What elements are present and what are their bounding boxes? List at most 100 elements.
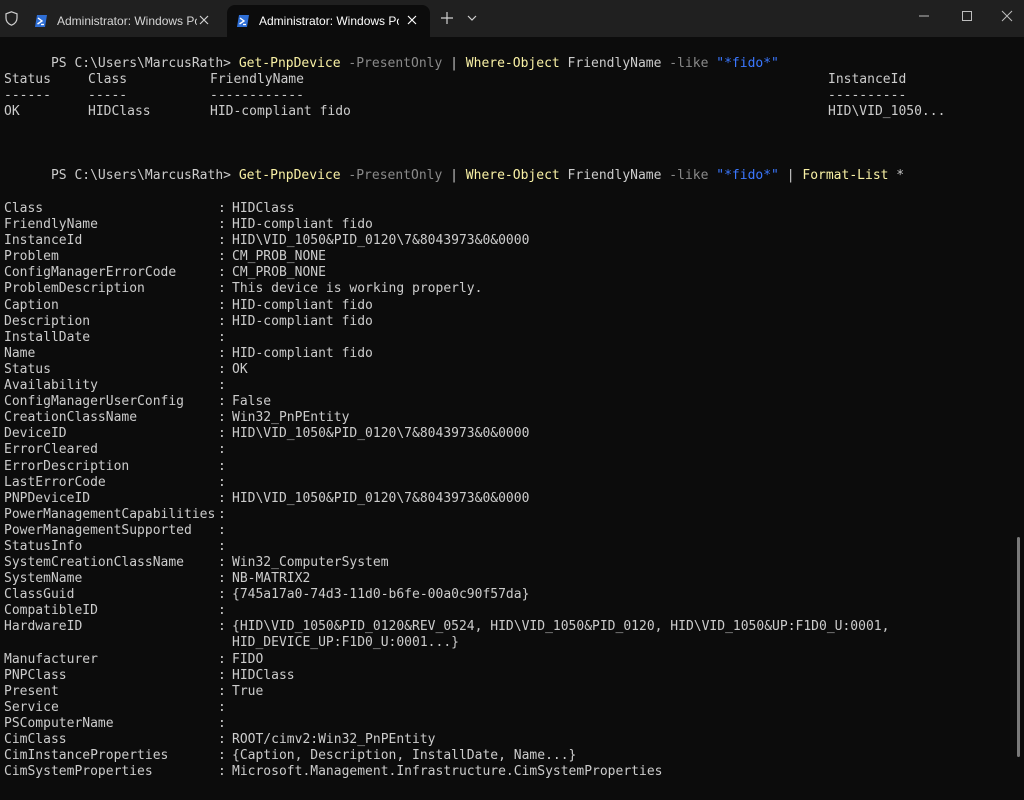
terminal-output[interactable]: PS C:\Users\MarcusRath> Get-PnpDevice -P… [0,37,1024,800]
command-line-1: PS C:\Users\MarcusRath> Get-PnpDevice -P… [4,40,779,71]
scrollbar[interactable] [1017,537,1020,757]
table-header-class: Class [88,72,128,87]
tab-bar: Administrator: Windows PowerShell Admini… [0,0,1024,37]
property-value: True [232,683,264,699]
string-literal: "*fido*" [708,168,779,183]
property-value: Win32_PnPEntity [232,410,350,426]
plus-icon[interactable] [440,11,454,25]
property-name: HardwareID [4,619,83,635]
table-cell-class: HIDClass [88,104,151,119]
property-separator: : [218,748,226,764]
property-name: PNPDeviceID [4,490,91,506]
property-separator: : [218,426,226,442]
close-icon[interactable] [198,14,210,26]
property-separator: : [218,378,226,394]
property-name: StatusInfo [4,538,83,554]
tab-powershell-1[interactable]: Administrator: Windows PowerShell [25,5,222,37]
close-icon[interactable] [406,14,418,26]
property-separator: : [218,281,226,297]
property-name: Present [4,683,59,699]
property-value: FIDO [232,651,264,667]
window-close-icon[interactable] [1000,9,1014,23]
property-name: CompatibleID [4,603,98,619]
property-value: HIDClass [232,667,295,683]
property-separator: : [218,265,226,281]
property-name: ConfigManagerUserConfig [4,394,185,410]
property-value: HIDClass [232,201,295,216]
property-name: ConfigManagerErrorCode [4,265,177,281]
table-cell-status: OK [4,104,20,119]
table-underline: ------ [4,88,51,103]
property-name: ClassGuid [4,587,75,603]
property-name: Name [4,345,36,361]
property-separator: : [218,410,226,426]
property-name: FriendlyName [4,217,98,233]
property-name: Manufacturer [4,651,98,667]
property-separator: : [218,361,226,377]
property-separator: : [218,538,226,554]
property-name: ErrorDescription [4,458,130,474]
minimize-icon[interactable] [917,9,931,23]
property-separator: : [218,571,226,587]
cmdlet: Where-Object [465,168,560,183]
property-separator: : [218,619,226,635]
prompt: PS C:\Users\MarcusRath> [50,168,239,183]
property-separator: : [218,233,226,249]
property-name: Availability [4,378,98,394]
table-cell-friendlyname: HID-compliant fido [210,104,351,119]
property-name: PSComputerName [4,716,114,731]
cmdlet: Get-PnpDevice [238,168,341,183]
property-value: {Caption, Description, InstallDate, Name… [232,748,577,764]
property-separator: : [218,555,226,571]
property-value: HID-compliant fido [232,345,373,361]
property-separator: : [218,522,226,538]
prompt: PS C:\Users\MarcusRath> [50,56,239,71]
property-value: CM_PROB_NONE [232,249,326,265]
pipe: | [442,56,466,71]
property-name: SystemName [4,571,83,587]
property-name: CimInstanceProperties [4,748,169,764]
tab-title: Administrator: Windows PowerShell [57,14,197,28]
property-separator: : [218,313,226,329]
property-separator: : [218,297,226,313]
argument: * [888,168,905,183]
table-header-instanceid: InstanceId [828,72,907,87]
property-value: HID-compliant fido [232,313,373,329]
property-name: PowerManagementSupported [4,522,192,538]
property-name: Service [4,699,59,715]
powershell-icon [35,15,47,27]
property-value: False [232,394,272,410]
property-value: Microsoft.Management.Infrastructure.CimS… [232,764,663,780]
property-value: NB-MATRIX2 [232,571,311,587]
property-name: CimClass [4,732,67,748]
chevron-down-icon[interactable] [466,13,478,23]
string-literal: "*fido*" [708,56,779,71]
property-separator: : [218,716,226,731]
cmdlet: Where-Object [465,56,560,71]
property-value: {HID\VID_1050&PID_0120&REV_0524, HID\VID… [232,619,890,635]
table-underline: ---------- [828,88,907,103]
property-value: This device is working properly. [232,281,483,297]
cmdlet: Format-List [802,168,889,183]
parameter: -like [661,56,709,71]
property-name: PNPClass [4,667,67,683]
powershell-icon [237,15,249,27]
property-separator: : [218,506,226,522]
property-value-continued: HID_DEVICE_UP:F1D0_U:0001...} [232,635,459,651]
property-name: InstallDate [4,329,91,345]
property-name: ProblemDescription [4,281,145,297]
property-name: InstanceId [4,233,83,249]
property-separator: : [218,201,226,216]
parameter: -PresentOnly [340,168,443,183]
property-separator: : [218,394,226,410]
table-cell-instanceid: HID\VID_1050... [828,104,946,119]
property-separator: : [218,458,226,474]
tab-powershell-2[interactable]: Administrator: Windows PowerShell [227,5,430,37]
property-separator: : [218,683,226,699]
property-value: ROOT/cimv2:Win32_PnPEntity [232,732,436,748]
property-value: CM_PROB_NONE [232,265,326,281]
table-underline: ------------ [210,88,304,103]
maximize-icon[interactable] [960,9,974,23]
property-name: LastErrorCode [4,474,106,490]
property-value: HID\VID_1050&PID_0120\7&8043973&0&0000 [232,490,530,506]
